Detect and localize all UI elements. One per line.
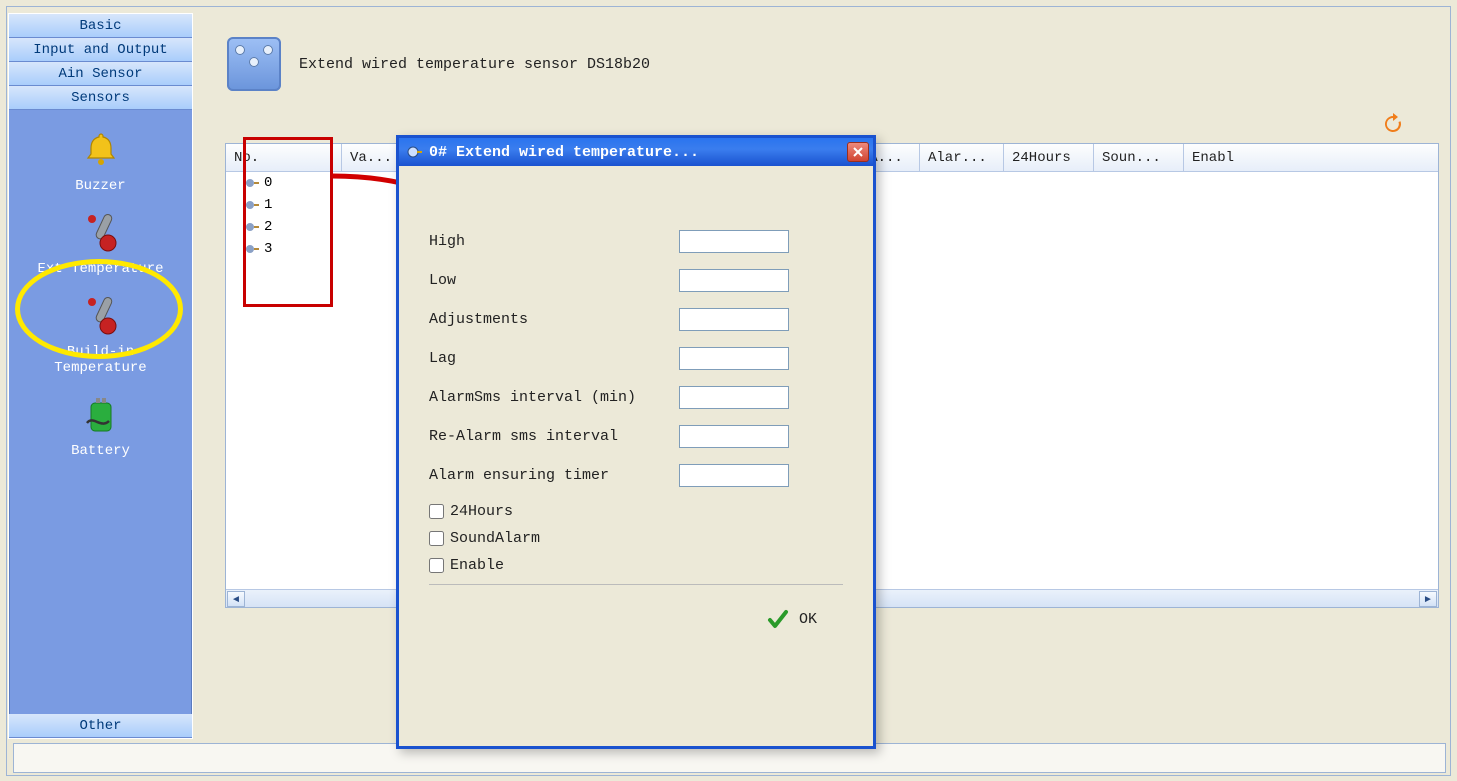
sidebar-header-ain[interactable]: Ain Sensor bbox=[9, 62, 192, 86]
row-no: 2 bbox=[264, 219, 272, 235]
app-frame: Basic Input and Output Ain Sensor Sensor… bbox=[6, 6, 1451, 776]
checkbox-soundalarm[interactable] bbox=[429, 531, 444, 546]
label-soundalarm: SoundAlarm bbox=[450, 530, 540, 547]
ok-label: OK bbox=[799, 611, 817, 628]
dialog-body: High Low Adjustments Lag AlarmSms interv… bbox=[399, 166, 873, 746]
input-alarmsms[interactable] bbox=[679, 386, 789, 409]
check-icon bbox=[767, 609, 789, 629]
thermometer-icon bbox=[77, 292, 125, 340]
label-low: Low bbox=[429, 272, 679, 289]
input-lag[interactable] bbox=[679, 347, 789, 370]
col-sound[interactable]: Soun... bbox=[1094, 144, 1184, 171]
label-enable: Enable bbox=[450, 557, 504, 574]
label-lag: Lag bbox=[429, 350, 679, 367]
device-icon bbox=[227, 37, 281, 91]
checkbox-enable[interactable] bbox=[429, 558, 444, 573]
sidebar-item-label: Ext Temperature bbox=[9, 261, 192, 278]
dialog-title: 0# Extend wired temperature... bbox=[429, 144, 847, 161]
sidebar-item-label: Buzzer bbox=[9, 178, 192, 195]
input-low[interactable] bbox=[679, 269, 789, 292]
dialog-titlebar[interactable]: 0# Extend wired temperature... bbox=[399, 138, 873, 166]
dialog-separator bbox=[429, 584, 843, 585]
input-ensuring[interactable] bbox=[679, 464, 789, 487]
col-enable[interactable]: Enabl bbox=[1184, 144, 1438, 171]
sidebar-item-label: Build-in Temperature bbox=[9, 344, 192, 378]
col-no[interactable]: No. bbox=[226, 144, 342, 171]
input-realarm[interactable] bbox=[679, 425, 789, 448]
sensor-row-icon bbox=[244, 175, 262, 191]
row-no: 3 bbox=[264, 241, 272, 257]
col-24hours[interactable]: 24Hours bbox=[1004, 144, 1094, 171]
row-no: 1 bbox=[264, 197, 272, 213]
sidebar-header-sensors[interactable]: Sensors bbox=[9, 86, 192, 110]
label-24hours: 24Hours bbox=[450, 503, 513, 520]
close-button[interactable] bbox=[847, 142, 869, 162]
col-alar[interactable]: Alar... bbox=[920, 144, 1004, 171]
sidebar-item-label: Battery bbox=[9, 443, 192, 460]
bell-icon bbox=[77, 126, 125, 174]
battery-icon bbox=[77, 391, 125, 439]
sidebar-item-buzzer[interactable]: Buzzer bbox=[9, 126, 192, 195]
sensor-row-icon bbox=[244, 197, 262, 213]
sidebar-item-battery[interactable]: Battery bbox=[9, 391, 192, 460]
label-realarm: Re-Alarm sms interval bbox=[429, 428, 679, 445]
ok-button[interactable]: OK bbox=[761, 605, 823, 633]
refresh-icon[interactable] bbox=[1382, 113, 1404, 135]
label-adjustments: Adjustments bbox=[429, 311, 679, 328]
page-header: Extend wired temperature sensor DS18b20 bbox=[203, 13, 1446, 101]
input-adjustments[interactable] bbox=[679, 308, 789, 331]
page-title: Extend wired temperature sensor DS18b20 bbox=[299, 56, 650, 73]
sidebar-header-other[interactable]: Other bbox=[9, 714, 192, 738]
sensor-row-icon bbox=[244, 219, 262, 235]
sidebar-item-ext-temperature[interactable]: Ext Temperature bbox=[9, 209, 192, 278]
sidebar-header-basic[interactable]: Basic bbox=[9, 14, 192, 38]
thermometer-icon bbox=[77, 209, 125, 257]
label-ensuring: Alarm ensuring timer bbox=[429, 467, 679, 484]
sidebar-item-buildin-temperature[interactable]: Build-in Temperature bbox=[9, 292, 192, 378]
close-icon bbox=[852, 146, 864, 158]
label-high: High bbox=[429, 233, 679, 250]
row-no: 0 bbox=[264, 175, 272, 191]
scroll-left-icon[interactable]: ◄ bbox=[227, 591, 245, 607]
sidebar-panel-sensors: Buzzer Ext Temperature bbox=[9, 110, 192, 490]
scroll-right-icon[interactable]: ► bbox=[1419, 591, 1437, 607]
sensor-row-icon bbox=[244, 241, 262, 257]
label-alarmsms: AlarmSms interval (min) bbox=[429, 389, 679, 406]
checkbox-24hours[interactable] bbox=[429, 504, 444, 519]
sidebar-header-io[interactable]: Input and Output bbox=[9, 38, 192, 62]
col-value[interactable]: Va... bbox=[342, 144, 402, 171]
input-high[interactable] bbox=[679, 230, 789, 253]
sidebar: Basic Input and Output Ain Sensor Sensor… bbox=[8, 13, 193, 739]
dialog-ext-temperature: 0# Extend wired temperature... High Low … bbox=[396, 135, 876, 749]
dialog-title-icon bbox=[407, 144, 423, 160]
